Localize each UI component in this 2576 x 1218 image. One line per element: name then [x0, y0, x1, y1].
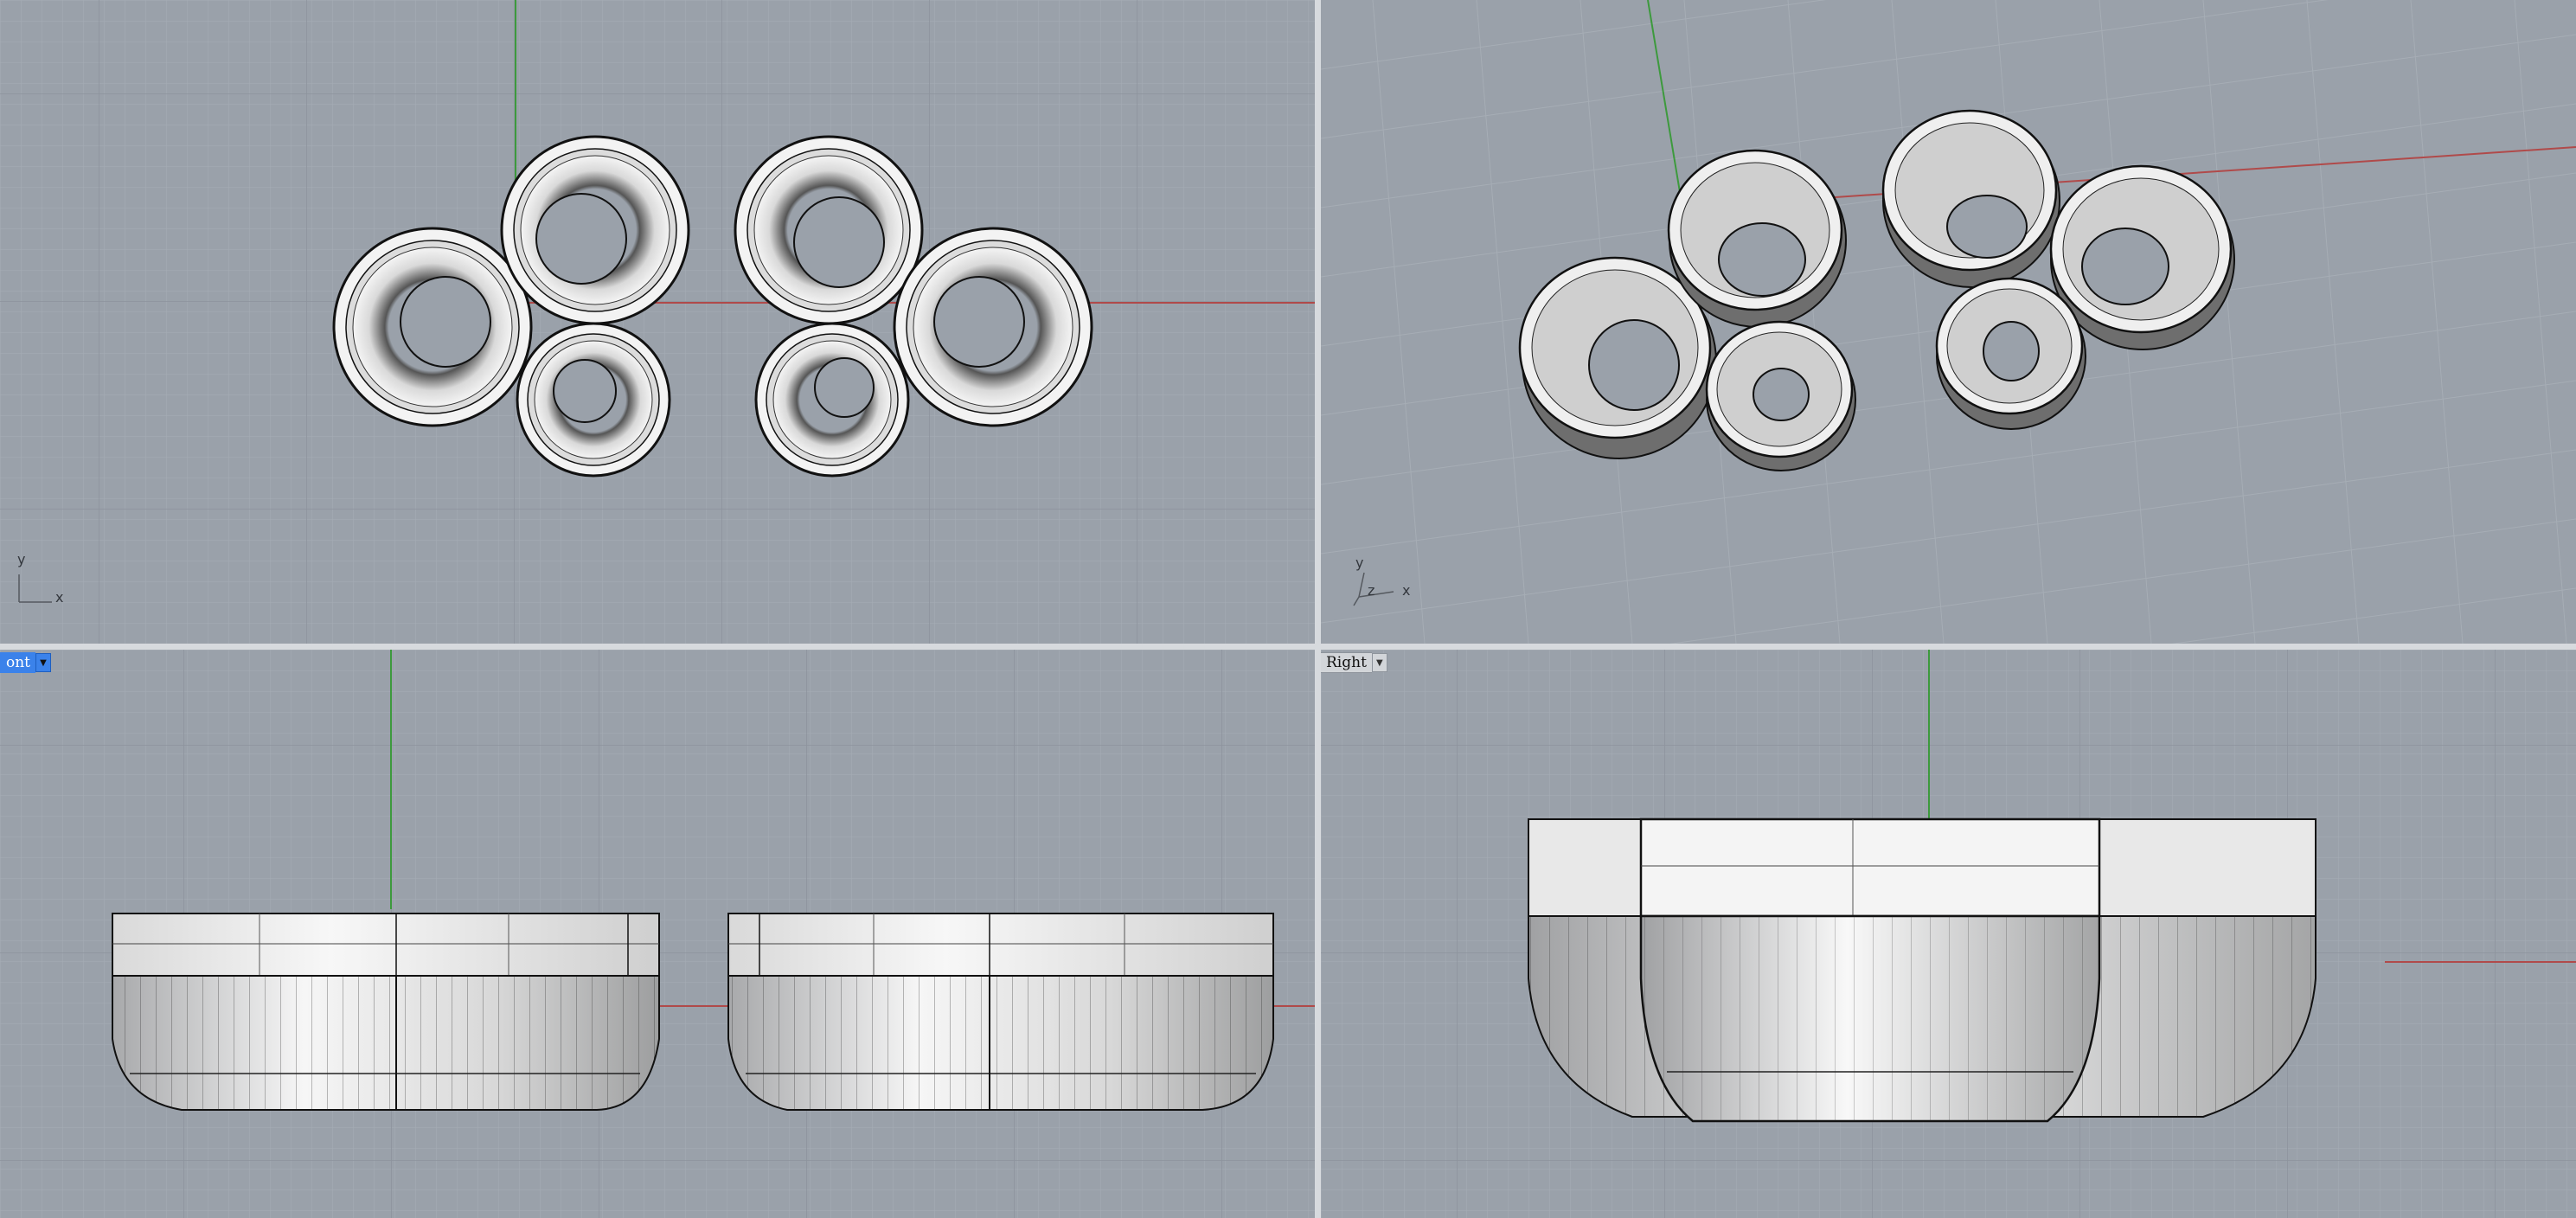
front-viewport[interactable]: ont ▼ — [0, 650, 1315, 1218]
ring-object[interactable] — [500, 135, 690, 325]
bowl-front[interactable] — [1639, 817, 2101, 1123]
viewport-title[interactable]: ont — [0, 652, 36, 673]
bowl-group-right[interactable] — [727, 913, 1274, 1111]
front-viewport-tab[interactable]: ont ▼ — [0, 652, 52, 673]
bowl-group-left[interactable] — [112, 913, 660, 1111]
viewport-title[interactable]: Right — [1321, 652, 1372, 673]
front-viewport-canvas[interactable] — [0, 650, 1315, 1218]
triangle-down-icon[interactable]: ▼ — [35, 653, 52, 672]
axis-label-x: x — [55, 589, 63, 606]
ring-object[interactable] — [1881, 109, 2060, 288]
right-viewport-tab[interactable]: Right ▼ — [1321, 652, 1387, 673]
right-viewport-canvas[interactable] — [1321, 650, 2576, 1218]
viewport-vertical-splitter[interactable] — [1315, 0, 1321, 1218]
axis-label-y: y — [1355, 555, 1363, 571]
axis-label-z: z — [1368, 582, 1375, 599]
ring-object[interactable] — [1935, 277, 2086, 430]
ring-object[interactable] — [893, 227, 1093, 427]
perspective-viewport-canvas[interactable]: y z x — [1321, 0, 2576, 644]
ring-object[interactable] — [332, 227, 533, 427]
top-viewport[interactable]: y x — [0, 0, 1315, 644]
viewport-horizontal-splitter[interactable] — [0, 644, 2576, 650]
ring-object[interactable] — [1667, 149, 1847, 328]
triangle-down-icon[interactable]: ▼ — [1371, 653, 1387, 672]
ring-object[interactable] — [734, 135, 924, 325]
perspective-viewport[interactable]: y z x — [1321, 0, 2576, 644]
right-viewport[interactable]: Right ▼ — [1321, 650, 2576, 1218]
ring-object[interactable] — [516, 322, 671, 478]
top-viewport-canvas[interactable]: y x — [0, 0, 1315, 644]
axis-label-x: x — [1402, 582, 1410, 599]
ring-object[interactable] — [1705, 320, 1856, 471]
ring-object[interactable] — [754, 322, 910, 478]
axis-label-y: y — [17, 551, 25, 567]
